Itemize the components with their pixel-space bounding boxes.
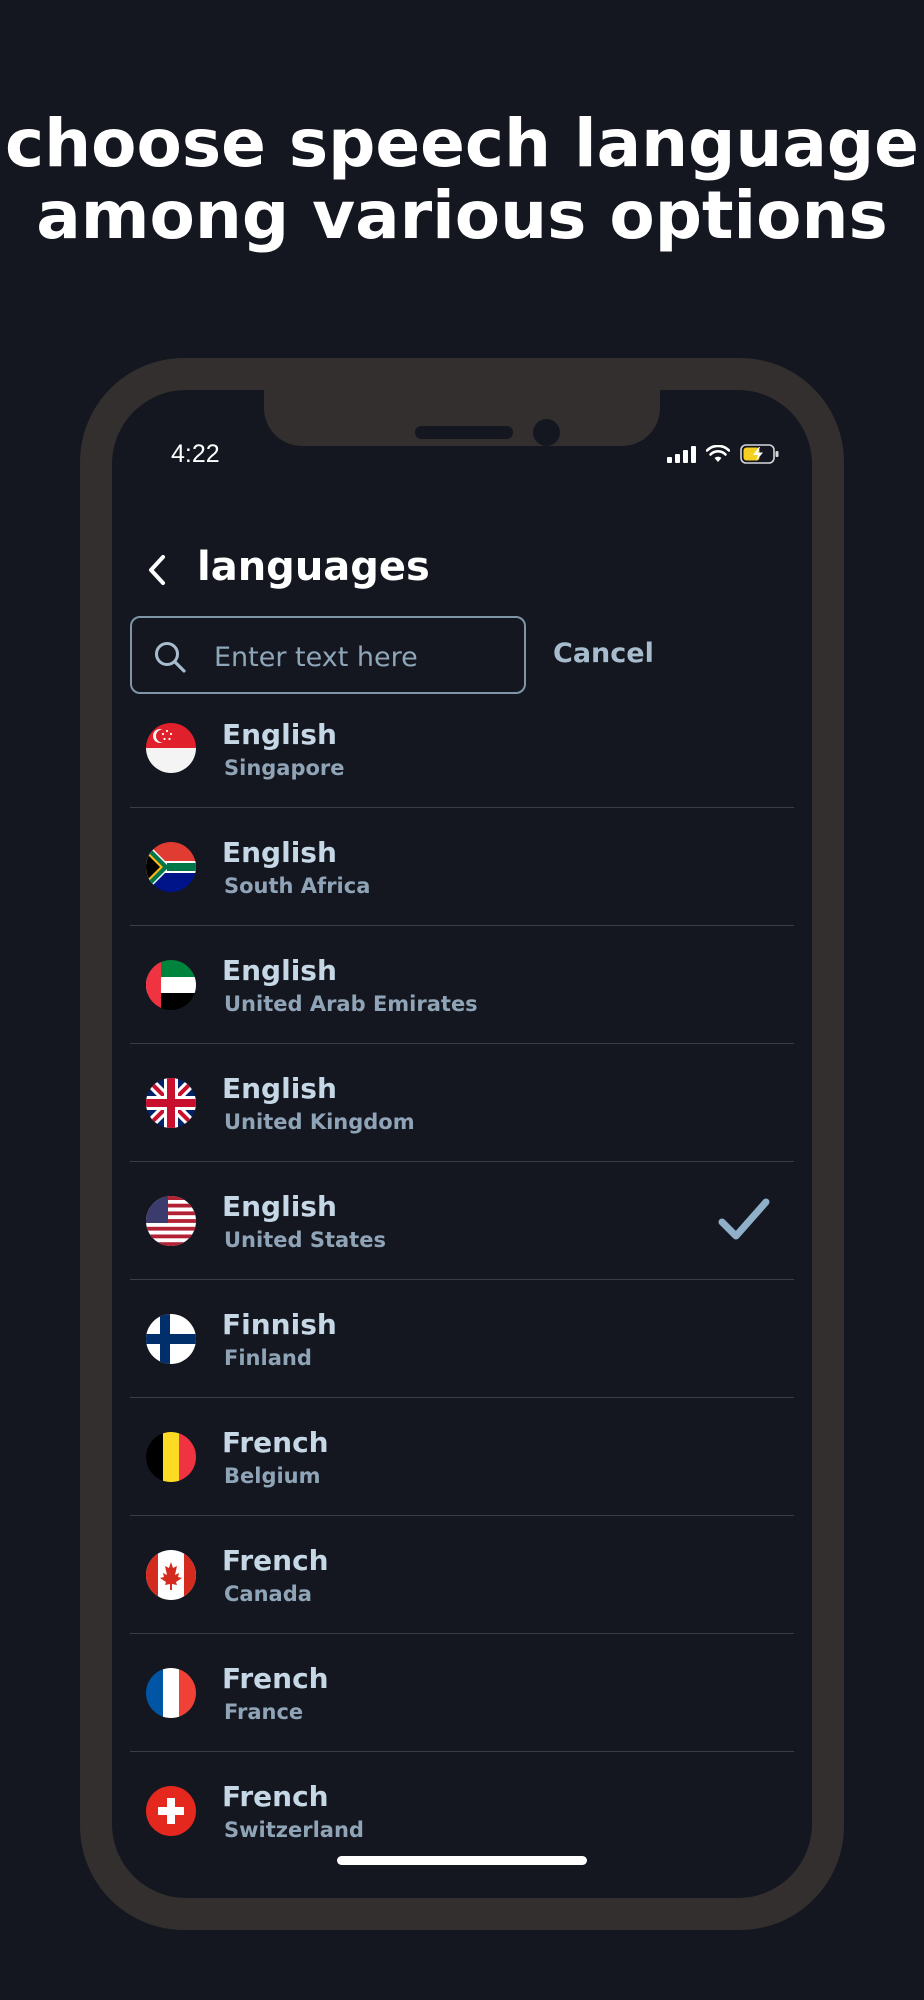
home-indicator[interactable] xyxy=(337,1856,587,1865)
checkmark-icon xyxy=(718,1198,770,1240)
language-region: United States xyxy=(224,1228,386,1252)
language-name: English xyxy=(222,1072,337,1105)
language-row-english-uae[interactable]: English United Arab Emirates xyxy=(130,926,794,1044)
status-icons xyxy=(667,444,780,464)
canada-flag-icon xyxy=(146,1550,196,1600)
page-title: languages xyxy=(197,544,430,590)
language-name: English xyxy=(222,718,337,751)
language-row-finnish-finland[interactable]: Finnish Finland xyxy=(130,1280,794,1398)
language-name: English xyxy=(222,836,337,869)
language-name: French xyxy=(222,1662,329,1695)
language-row-french-switzerland[interactable]: French Switzerland xyxy=(130,1752,794,1870)
language-name: French xyxy=(222,1426,329,1459)
battery-charging-icon xyxy=(740,444,779,464)
wifi-icon xyxy=(706,445,730,462)
language-region: United Arab Emirates xyxy=(224,992,478,1016)
us-flag-icon xyxy=(146,1196,196,1246)
south-africa-flag-icon xyxy=(146,842,196,892)
speaker-grille xyxy=(415,426,513,439)
headline-line-2: among various options xyxy=(36,177,888,254)
front-camera xyxy=(533,419,560,446)
language-region: Singapore xyxy=(224,756,345,780)
language-region: South Africa xyxy=(224,874,371,898)
language-row-english-uk[interactable]: English United Kingdom xyxy=(130,1044,794,1162)
uk-flag-icon xyxy=(146,1078,196,1128)
phone-frame: 4:22 languages Enter text here Cancel En… xyxy=(80,358,844,1930)
back-button[interactable] xyxy=(137,548,177,592)
language-list: English Singapore English South Africa E… xyxy=(130,706,794,1870)
language-row-english-singapore[interactable]: English Singapore xyxy=(130,706,794,808)
language-name: English xyxy=(222,954,337,987)
chevron-left-icon xyxy=(149,555,165,585)
search-box[interactable] xyxy=(130,616,526,694)
language-name: French xyxy=(222,1780,329,1813)
language-name: Finnish xyxy=(222,1308,337,1341)
promo-headline: choose speech language among various opt… xyxy=(0,108,924,252)
phone-screen: 4:22 languages Enter text here Cancel En… xyxy=(112,390,812,1898)
search-icon xyxy=(155,642,186,673)
cancel-button[interactable]: Cancel xyxy=(553,638,654,669)
headline-line-1: choose speech language xyxy=(5,105,919,182)
language-region: Belgium xyxy=(224,1464,321,1488)
switzerland-flag-icon xyxy=(146,1786,196,1836)
language-row-french-belgium[interactable]: French Belgium xyxy=(130,1398,794,1516)
language-row-french-canada[interactable]: French Canada xyxy=(130,1516,794,1634)
language-row-french-france[interactable]: French France xyxy=(130,1634,794,1752)
uae-flag-icon xyxy=(146,960,196,1010)
singapore-flag-icon xyxy=(146,723,196,773)
nav-bar: languages xyxy=(112,540,812,600)
language-name: English xyxy=(222,1190,337,1223)
language-region: Finland xyxy=(224,1346,312,1370)
france-flag-icon xyxy=(146,1668,196,1718)
belgium-flag-icon xyxy=(146,1432,196,1482)
language-name: French xyxy=(222,1544,329,1577)
signal-icon xyxy=(667,445,696,463)
language-region: Switzerland xyxy=(224,1818,364,1842)
finland-flag-icon xyxy=(146,1314,196,1364)
language-row-english-us[interactable]: English United States xyxy=(130,1162,794,1280)
language-row-english-south-africa[interactable]: English South Africa xyxy=(130,808,794,926)
language-region: United Kingdom xyxy=(224,1110,415,1134)
search-input[interactable] xyxy=(212,636,516,678)
status-time: 4:22 xyxy=(171,440,220,468)
language-region: France xyxy=(224,1700,304,1724)
language-region: Canada xyxy=(224,1582,312,1606)
